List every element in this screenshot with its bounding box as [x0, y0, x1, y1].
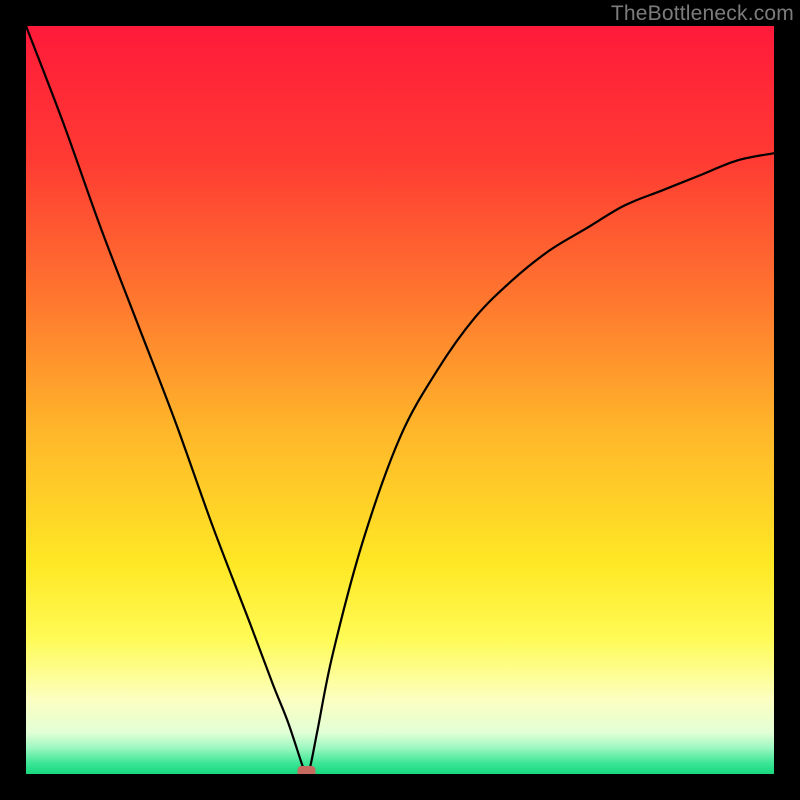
bottleneck-curve-chart — [26, 26, 774, 774]
minimum-marker — [298, 766, 316, 774]
plot-area — [26, 26, 774, 774]
gradient-background — [26, 26, 774, 774]
chart-frame: TheBottleneck.com — [0, 0, 800, 800]
watermark-text: TheBottleneck.com — [611, 2, 794, 26]
